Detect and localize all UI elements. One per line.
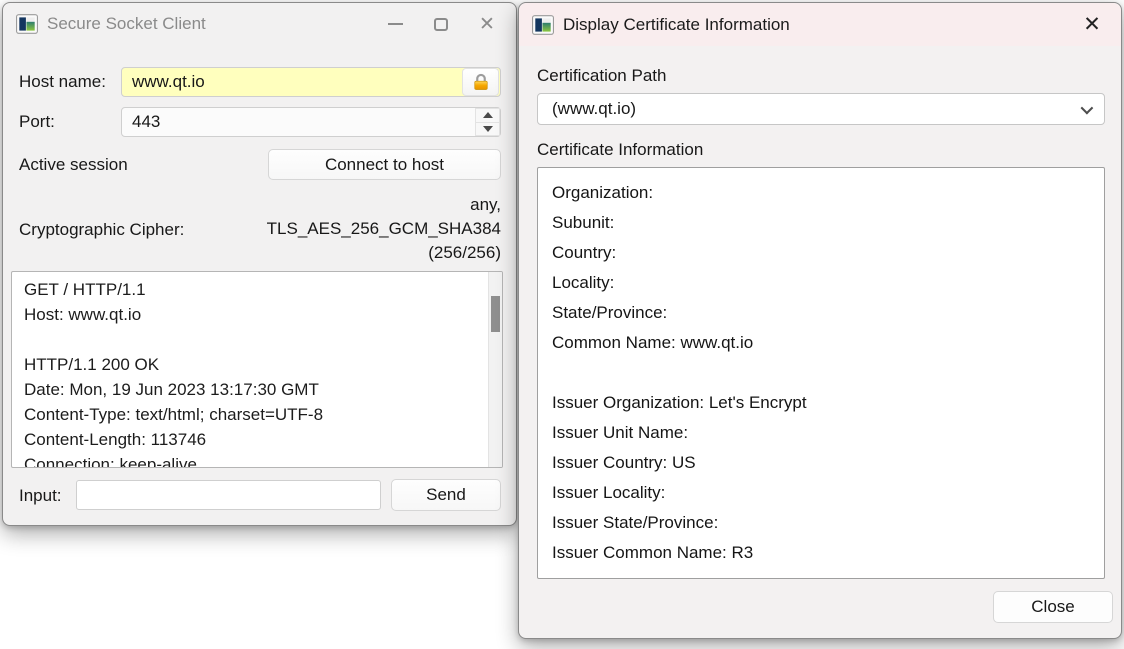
log-line: Date: Mon, 19 Jun 2023 13:17:30 GMT (24, 377, 476, 402)
connect-to-host-button[interactable]: Connect to host (268, 149, 501, 180)
cert-line: Common Name: www.qt.io (552, 328, 1090, 358)
window-title: Secure Socket Client (47, 14, 206, 34)
cipher-value: any, TLS_AES_256_GCM_SHA384 (256/256) (121, 193, 501, 265)
log-line: HTTP/1.1 200 OK (24, 352, 476, 377)
cert-line: Organization: (552, 178, 1090, 208)
port-input[interactable] (121, 107, 501, 137)
cert-line: Subunit: (552, 208, 1090, 238)
vertical-scrollbar[interactable] (488, 272, 502, 467)
certification-path-select[interactable]: (www.qt.io) (537, 93, 1105, 125)
session-status-label: Active session (19, 150, 128, 180)
cert-line (552, 358, 1090, 388)
lock-button[interactable] (462, 68, 499, 96)
desktop: Secure Socket Client ✕ Host name: Port: (0, 0, 1124, 649)
close-button[interactable]: Close (993, 591, 1113, 623)
cert-line: Locality: (552, 268, 1090, 298)
host-name-label: Host name: (19, 67, 106, 97)
dialog-titlebar[interactable]: Display Certificate Information ✕ (519, 3, 1121, 46)
arrow-down-icon (483, 126, 493, 132)
log-line: Content-Type: text/html; charset=UTF-8 (24, 402, 476, 427)
client-titlebar[interactable]: Secure Socket Client ✕ (3, 3, 516, 45)
window-controls: ✕ (372, 3, 510, 45)
certification-path-label: Certification Path (537, 61, 666, 91)
message-input[interactable] (76, 480, 381, 510)
minimize-button[interactable] (372, 7, 418, 41)
log-line: Content-Length: 113746 (24, 427, 476, 452)
dialog-title: Display Certificate Information (563, 15, 790, 35)
arrow-up-icon (483, 112, 493, 118)
log-line (24, 327, 476, 352)
chevron-down-icon (1081, 101, 1094, 114)
input-label: Input: (19, 481, 62, 511)
dialog-controls: ✕ (1069, 3, 1115, 45)
log-line: Connection: keep-alive (24, 452, 476, 467)
maximize-icon (434, 18, 448, 31)
cipher-line: any, (121, 193, 501, 217)
cipher-line: TLS_AES_256_GCM_SHA384 (121, 217, 501, 241)
cert-line: Issuer Country: US (552, 448, 1090, 478)
secure-socket-client-window: Secure Socket Client ✕ Host name: Port: (2, 2, 517, 526)
session-log-content: GET / HTTP/1.1 Host: www.qt.io HTTP/1.1 … (12, 272, 488, 467)
cert-line: Issuer Unit Name: (552, 418, 1090, 448)
scrollbar-thumb[interactable] (491, 296, 500, 332)
cert-line: Country: (552, 238, 1090, 268)
certificate-info-textarea[interactable]: Organization: Subunit: Country: Locality… (537, 167, 1105, 579)
port-spinner (475, 108, 500, 136)
host-name-input[interactable] (121, 67, 501, 97)
port-label: Port: (19, 107, 55, 137)
certificate-information-label: Certificate Information (537, 135, 703, 165)
session-log-textarea[interactable]: GET / HTTP/1.1 Host: www.qt.io HTTP/1.1 … (11, 271, 503, 468)
minimize-icon (388, 23, 403, 25)
cert-line: Issuer Common Name: R3 (552, 538, 1090, 568)
cert-line: Issuer Organization: Let's Encrypt (552, 388, 1090, 418)
log-line: Host: www.qt.io (24, 302, 476, 327)
send-button[interactable]: Send (391, 479, 501, 511)
padlock-icon (471, 72, 491, 92)
cert-line: State/Province: (552, 298, 1090, 328)
close-window-button[interactable]: ✕ (464, 7, 510, 41)
port-increment-button[interactable] (475, 108, 500, 123)
log-line: GET / HTTP/1.1 (24, 277, 476, 302)
port-decrement-button[interactable] (475, 123, 500, 137)
maximize-button[interactable] (418, 7, 464, 41)
certificate-info-dialog: Display Certificate Information ✕ Certif… (518, 2, 1122, 639)
cert-line: Issuer State/Province: (552, 508, 1090, 538)
selected-certificate: (www.qt.io) (552, 99, 1081, 119)
close-icon: ✕ (1083, 14, 1101, 35)
app-window-icon (532, 15, 554, 35)
cert-line: Issuer Locality: (552, 478, 1090, 508)
close-dialog-button[interactable]: ✕ (1069, 7, 1115, 41)
cipher-line: (256/256) (121, 241, 501, 265)
app-window-icon (16, 14, 38, 34)
close-icon: ✕ (479, 15, 495, 34)
